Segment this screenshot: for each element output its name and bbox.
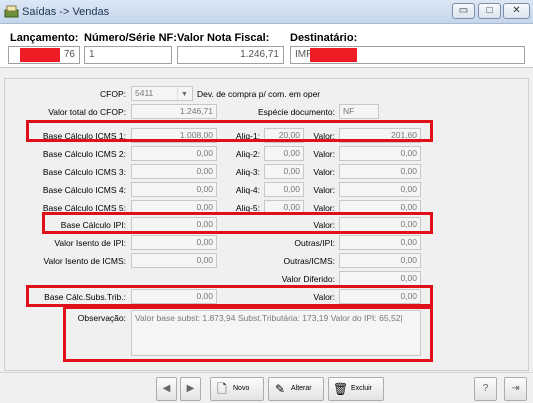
valor-icms-field[interactable]: 0,00 (339, 182, 421, 197)
prev-record-button[interactable]: ◀ (156, 377, 177, 401)
valor-icms-value: 0,00 (400, 184, 417, 194)
trash-icon: 🗑 (333, 382, 349, 396)
outras-ipi-value: 0,00 (400, 237, 417, 247)
valor-icms-field[interactable]: 0,00 (339, 146, 421, 161)
valor-total-cfop-value: 1.246,71 (179, 106, 213, 116)
valor-icms-value: 0,00 (400, 148, 417, 158)
base-icms-label: Base Cálculo ICMS 2: (42, 149, 126, 159)
outras-ipi-field[interactable]: 0,00 (339, 235, 421, 250)
destinatario-label: Destinatário: (290, 32, 358, 44)
valor-nota-label: Valor Nota Fiscal: (177, 32, 270, 44)
lancamento-value: 76 (63, 49, 75, 60)
base-icms-value: 0,00 (196, 166, 213, 176)
alterar-button[interactable]: ✎ Alterar (268, 377, 324, 401)
valor-diferido-field[interactable]: 0,00 (339, 271, 421, 286)
chevron-right-icon: ▶ (186, 383, 195, 394)
aliq-label: Aliq-3: (235, 167, 260, 177)
valor-nota-value: 1.246,71 (240, 49, 279, 60)
novo-button[interactable]: 🗋 Novo (210, 377, 264, 401)
new-document-icon: 🗋 (217, 382, 227, 396)
base-icms-field[interactable]: 0,00 (131, 146, 217, 161)
highlight-ipi (42, 212, 433, 234)
header-panel: Lançamento: Número/Série NF: Valor Nota … (0, 24, 533, 68)
base-icms-field[interactable]: 0,00 (131, 182, 217, 197)
bottom-toolbar: ◀ ▶ 🗋 Novo ✎ Alterar 🗑 Excluir ? ⇥ (0, 372, 533, 403)
base-icms-field[interactable]: 0,00 (131, 164, 217, 179)
valor-icms-value: 0,00 (400, 166, 417, 176)
cfop-select[interactable]: 5411 ▼ (131, 86, 193, 101)
lancamento-label: Lançamento: (10, 32, 79, 44)
chevron-left-icon: ◀ (162, 383, 171, 394)
valor-total-cfop-field[interactable]: 1.246,71 (131, 104, 217, 119)
valor-diferido-value: 0,00 (400, 273, 417, 283)
especie-field[interactable]: NF (339, 104, 379, 119)
highlight-observacao (63, 306, 433, 362)
cfop-label: CFOP: (100, 89, 126, 99)
redaction-block (310, 48, 357, 62)
close-button[interactable]: ✕ (503, 3, 530, 19)
redaction-block (20, 48, 60, 62)
next-record-button[interactable]: ▶ (180, 377, 201, 401)
excluir-button[interactable]: 🗑 Excluir (328, 377, 384, 401)
title-bar: Saídas -> Vendas ▭ □ ✕ (0, 0, 533, 24)
especie-label: Espécie documento: (257, 107, 335, 117)
especie-value: NF (343, 106, 355, 116)
cfop-value: 5411 (135, 88, 154, 98)
maximize-button[interactable]: □ (478, 3, 501, 19)
valor-icms-label: Valor: (313, 167, 335, 177)
base-icms-value: 0,00 (196, 202, 213, 212)
highlight-icms1 (26, 120, 433, 142)
outras-icms-value: 0,00 (400, 255, 417, 265)
window-title: Saídas -> Vendas (22, 6, 110, 18)
highlight-subs-trib (26, 285, 433, 307)
numero-serie-value: 1 (89, 49, 95, 60)
isento-ipi-value: 0,00 (196, 237, 213, 247)
isento-icms-value: 0,00 (196, 255, 213, 265)
edit-pencil-icon: ✎ (274, 382, 286, 396)
valor-total-cfop-label: Valor total do CFOP: (48, 107, 126, 117)
exit-button[interactable]: ⇥ (504, 377, 527, 401)
isento-icms-field[interactable]: 0,00 (131, 253, 217, 268)
base-icms-label: Base Cálculo ICMS 4: (42, 185, 126, 195)
minimize-button[interactable]: ▭ (452, 3, 475, 19)
isento-ipi-field[interactable]: 0,00 (131, 235, 217, 250)
isento-icms-label: Valor Isento de ICMS: (43, 256, 126, 266)
valor-icms-label: Valor: (313, 185, 335, 195)
exit-icon: ⇥ (511, 383, 520, 394)
outras-ipi-label: Outras/IPI: (294, 238, 335, 248)
cfop-description: Dev. de compra p/ com. em oper (197, 89, 321, 99)
alterar-label: Alterar (291, 385, 312, 392)
valor-icms-label: Valor: (313, 149, 335, 159)
help-button[interactable]: ? (474, 377, 497, 401)
app-icon (4, 5, 19, 18)
numero-serie-field[interactable]: 1 (84, 46, 172, 64)
numero-serie-label: Número/Série NF: (84, 32, 177, 44)
novo-label: Novo (233, 385, 250, 392)
valor-nota-field[interactable]: 1.246,71 (177, 46, 284, 64)
base-icms-value: 0,00 (196, 148, 213, 158)
base-icms-value: 0,00 (196, 184, 213, 194)
chevron-down-icon: ▼ (177, 88, 191, 100)
valor-icms-field[interactable]: 0,00 (339, 164, 421, 179)
aliq-label: Aliq-4: (235, 185, 260, 195)
valor-icms-value: 0,00 (400, 202, 417, 212)
excluir-label: Excluir (351, 385, 373, 392)
aliq-label: Aliq-2: (235, 149, 260, 159)
valor-diferido-label: Valor Diferido: (281, 274, 335, 284)
base-icms-label: Base Cálculo ICMS 3: (42, 167, 126, 177)
outras-icms-label: Outras/ICMS: (283, 256, 335, 266)
isento-ipi-label: Valor Isento de IPI: (54, 238, 126, 248)
help-icon: ? (482, 383, 489, 394)
outras-icms-field[interactable]: 0,00 (339, 253, 421, 268)
